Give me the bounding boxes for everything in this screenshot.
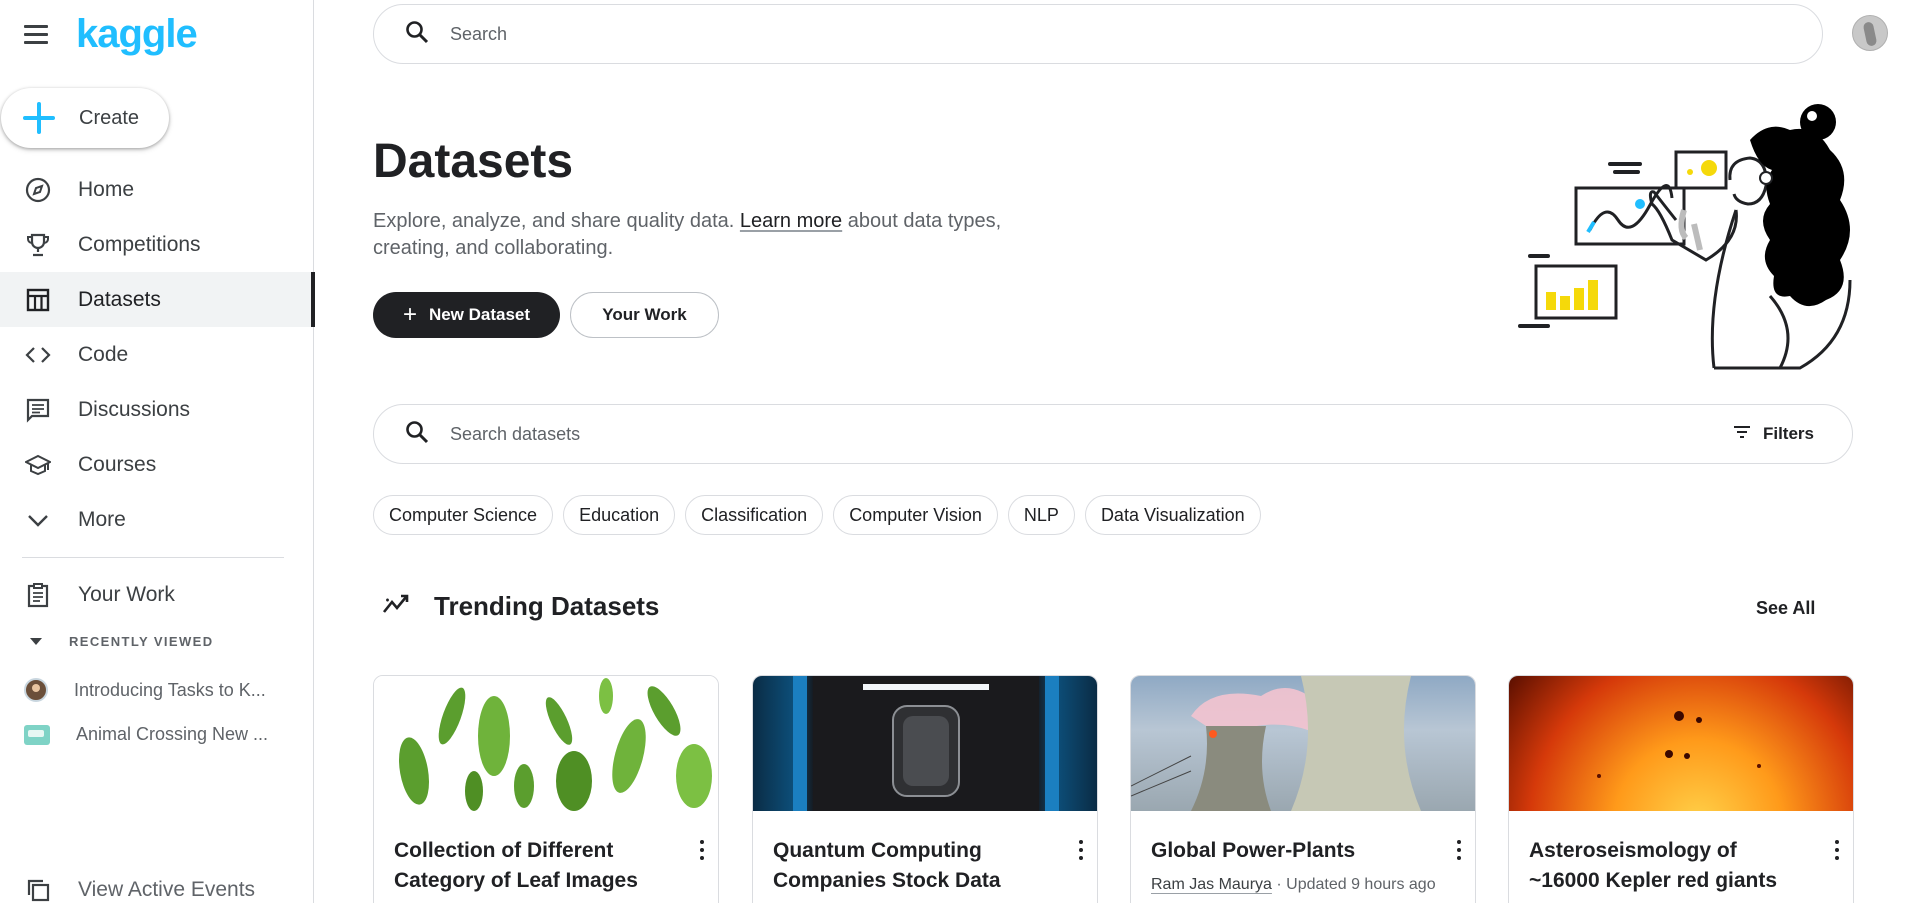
plus-icon: [23, 102, 55, 134]
your-work-label: Your Work: [602, 305, 687, 324]
trophy-icon: [24, 231, 52, 259]
trending-icon: [382, 592, 412, 621]
chip-computer-vision[interactable]: Computer Vision: [833, 495, 998, 535]
dataset-title: Quantum Computing Companies Stock Data: [773, 839, 1001, 892]
dataset-thumbnail: [1131, 676, 1475, 811]
dataset-card[interactable]: Collection of Different Category of Leaf…: [373, 675, 719, 903]
author-link[interactable]: Ram Jas Maurya: [1151, 876, 1272, 893]
sidebar-item-label: Courses: [78, 452, 157, 476]
create-label: Create: [79, 106, 140, 129]
sidebar-item-label: More: [78, 507, 126, 531]
search-placeholder: Search: [450, 23, 508, 44]
dataset-card[interactable]: Global Power-Plants Ram Jas Maurya · Upd…: [1130, 675, 1476, 903]
search-icon: [404, 19, 430, 50]
chip-education[interactable]: Education: [563, 495, 676, 535]
hero-illustration: [1518, 104, 1852, 370]
recent-item[interactable]: Animal Crossing New ...: [24, 724, 268, 745]
more-vert-icon[interactable]: [1075, 838, 1087, 862]
sidebar-item-home[interactable]: Home: [0, 162, 314, 217]
clipboard-icon: [24, 581, 52, 609]
dataset-meta: Ram Jas Maurya · Updated 9 hours ago: [1151, 876, 1436, 894]
sidebar-item-label: Code: [78, 342, 129, 366]
chevron-down-icon: [24, 506, 52, 534]
comment-icon: [24, 396, 52, 424]
compass-icon: [24, 176, 52, 204]
dataset-card[interactable]: Quantum Computing Companies Stock Data: [752, 675, 1098, 903]
dataset-search-input[interactable]: Search datasets Filters: [373, 404, 1853, 464]
search-placeholder: Search datasets: [450, 423, 581, 444]
search-icon: [404, 419, 430, 450]
sidebar-item-competitions[interactable]: Competitions: [0, 217, 314, 272]
dataset-title: Collection of Different Category of Leaf…: [394, 839, 638, 892]
sidebar: kaggle Create Home Competitions Datasets: [0, 0, 315, 903]
sidebar-item-label: Datasets: [78, 287, 161, 311]
page-title: Datasets: [373, 135, 574, 188]
sidebar-item-label: Home: [78, 177, 135, 201]
filters-label: Filters: [1762, 424, 1814, 443]
trending-header: Trending Datasets: [382, 591, 659, 622]
recently-viewed-title: RECENTLY VIEWED: [69, 634, 214, 649]
section-title: Trending Datasets: [434, 591, 660, 621]
avatar: [24, 678, 48, 702]
sidebar-nav: Home Competitions Datasets Code Discussi…: [0, 162, 315, 547]
plus-icon: +: [402, 301, 417, 328]
more-vert-icon[interactable]: [1453, 838, 1465, 862]
recent-item-label: Introducing Tasks to K...: [74, 679, 266, 700]
updated-text: · Updated 9 hours ago: [1271, 876, 1436, 893]
sidebar-item-label: Discussions: [78, 397, 191, 421]
learn-more-link[interactable]: Learn more: [740, 210, 842, 232]
global-search-input[interactable]: Search: [373, 4, 1823, 64]
sidebar-divider: [22, 557, 284, 558]
sidebar-item-more[interactable]: More: [0, 492, 314, 547]
new-dataset-button[interactable]: + New Dataset: [373, 292, 560, 338]
kaggle-logo[interactable]: kaggle: [76, 14, 198, 54]
sidebar-item-courses[interactable]: Courses: [0, 437, 314, 492]
filters-button[interactable]: Filters: [1733, 405, 1814, 463]
chip-classification[interactable]: Classification: [685, 495, 824, 535]
more-vert-icon[interactable]: [696, 838, 708, 862]
recent-item[interactable]: Introducing Tasks to K...: [24, 678, 266, 702]
view-active-events-label: View Active Events: [78, 878, 256, 901]
sidebar-item-your-work[interactable]: Your Work: [0, 567, 314, 622]
chip-data-visualization[interactable]: Data Visualization: [1084, 495, 1261, 535]
dataset-card[interactable]: Asteroseismology of ~16000 Kepler red gi…: [1508, 675, 1854, 903]
menu-icon[interactable]: [24, 20, 52, 48]
dataset-thumbnail: [374, 676, 718, 811]
dataset-title: Asteroseismology of ~16000 Kepler red gi…: [1529, 839, 1778, 892]
sidebar-item-datasets[interactable]: Datasets: [0, 272, 315, 327]
recently-viewed-toggle[interactable]: RECENTLY VIEWED: [24, 634, 214, 649]
sidebar-item-label: Your Work: [78, 582, 175, 606]
chip-nlp[interactable]: NLP: [1007, 495, 1075, 535]
dataset-thumbnail: [24, 724, 50, 745]
copy-icon: [24, 876, 52, 903]
chip-computer-science[interactable]: Computer Science: [373, 495, 554, 535]
sidebar-item-label: Competitions: [78, 232, 201, 256]
sidebar-item-discussions[interactable]: Discussions: [0, 382, 314, 437]
topic-chips: Computer Science Education Classificatio…: [373, 495, 1261, 535]
filter-icon: [1733, 425, 1751, 444]
user-avatar[interactable]: [1852, 15, 1888, 51]
desc-text: Explore, analyze, and share quality data…: [373, 210, 740, 232]
see-all-link[interactable]: See All: [1756, 598, 1815, 619]
your-work-button[interactable]: Your Work: [570, 292, 719, 338]
page-description: Explore, analyze, and share quality data…: [373, 208, 1003, 262]
more-vert-icon[interactable]: [1831, 838, 1843, 862]
view-active-events-button[interactable]: View Active Events: [24, 876, 255, 903]
dataset-thumbnail: [753, 676, 1097, 811]
sidebar-item-code[interactable]: Code: [0, 327, 314, 382]
create-button[interactable]: Create: [1, 88, 169, 148]
dataset-thumbnail: [1509, 676, 1853, 811]
new-dataset-label: New Dataset: [428, 305, 531, 324]
code-icon: [24, 341, 52, 369]
caret-down-icon: [30, 638, 42, 645]
dataset-title: Global Power-Plants: [1151, 839, 1356, 862]
recent-item-label: Animal Crossing New ...: [76, 724, 269, 744]
table-icon: [24, 286, 52, 314]
brand: kaggle: [24, 14, 198, 54]
school-icon: [24, 451, 52, 479]
